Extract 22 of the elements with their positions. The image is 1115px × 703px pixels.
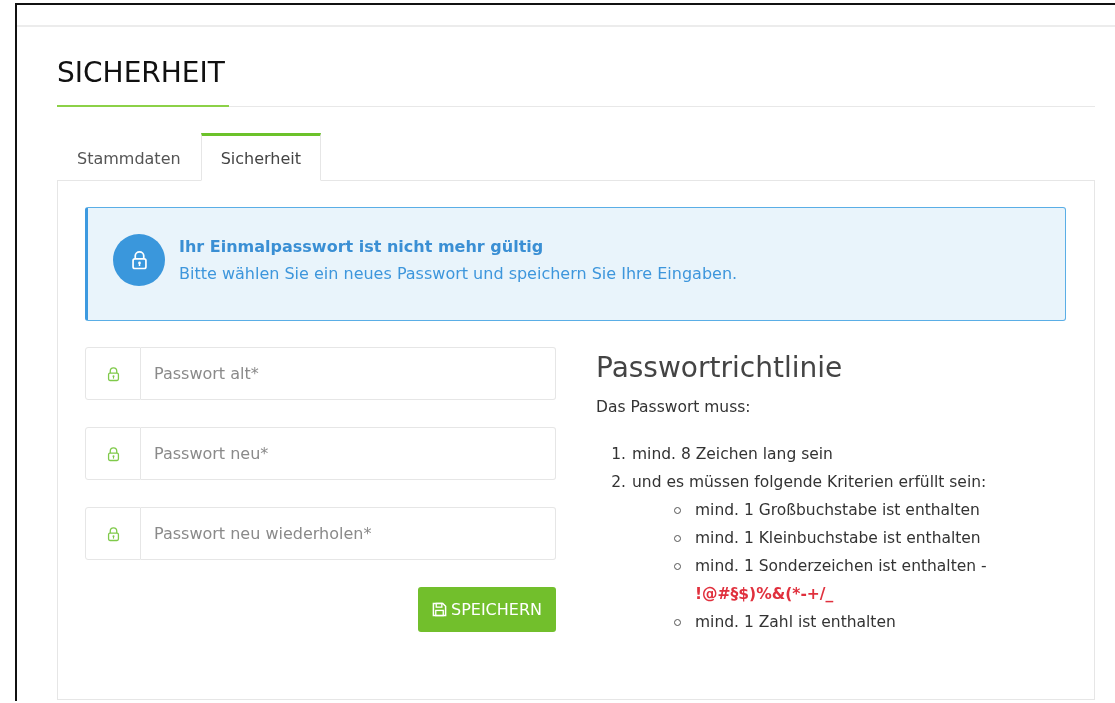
rule-text: mind. 1 Großbuchstabe ist enthalten (695, 500, 981, 521)
rule-text: und es müssen folgende Kriterien erfüllt sein: (632, 472, 987, 493)
rule-text: mind. 1 Zahl ist enthalten (695, 612, 897, 633)
lock-icon (106, 365, 120, 382)
rule-text: mind. 8 Zeichen lang sein (632, 444, 833, 465)
tab[interactable]: Sicherheit (200, 133, 321, 181)
lock-icon (130, 250, 148, 270)
policy-title: Passwortrichtlinie (596, 351, 844, 384)
page-heading: SICHERHEIT (57, 55, 226, 91)
policy-intro: Das Passwort muss: (596, 398, 752, 416)
password-field[interactable]: Passwort neu wiederholen* (141, 507, 556, 560)
rule-text: mind. 1 Sonderzeichen ist enthalten - !@#§$)%&(*-+/_ (695, 556, 988, 605)
rule-text: mind. 1 Kleinbuchstabe ist enthalten (695, 528, 982, 549)
alert-title: Ihr Einmalpasswort ist nicht mehr gültig (179, 237, 545, 256)
list-number: 2. (610, 472, 627, 493)
lock-icon (106, 525, 120, 542)
lock-icon (106, 445, 120, 462)
password-field[interactable]: Passwort neu* (141, 427, 556, 480)
alert-message: Bitte wählen Sie ein neues Passwort und speichern Sie Ihre Eingaben. (179, 264, 738, 283)
tab[interactable]: Stammdaten (57, 133, 201, 181)
list-number: 1. (610, 444, 627, 465)
password-field[interactable]: Passwort alt* (141, 347, 556, 400)
